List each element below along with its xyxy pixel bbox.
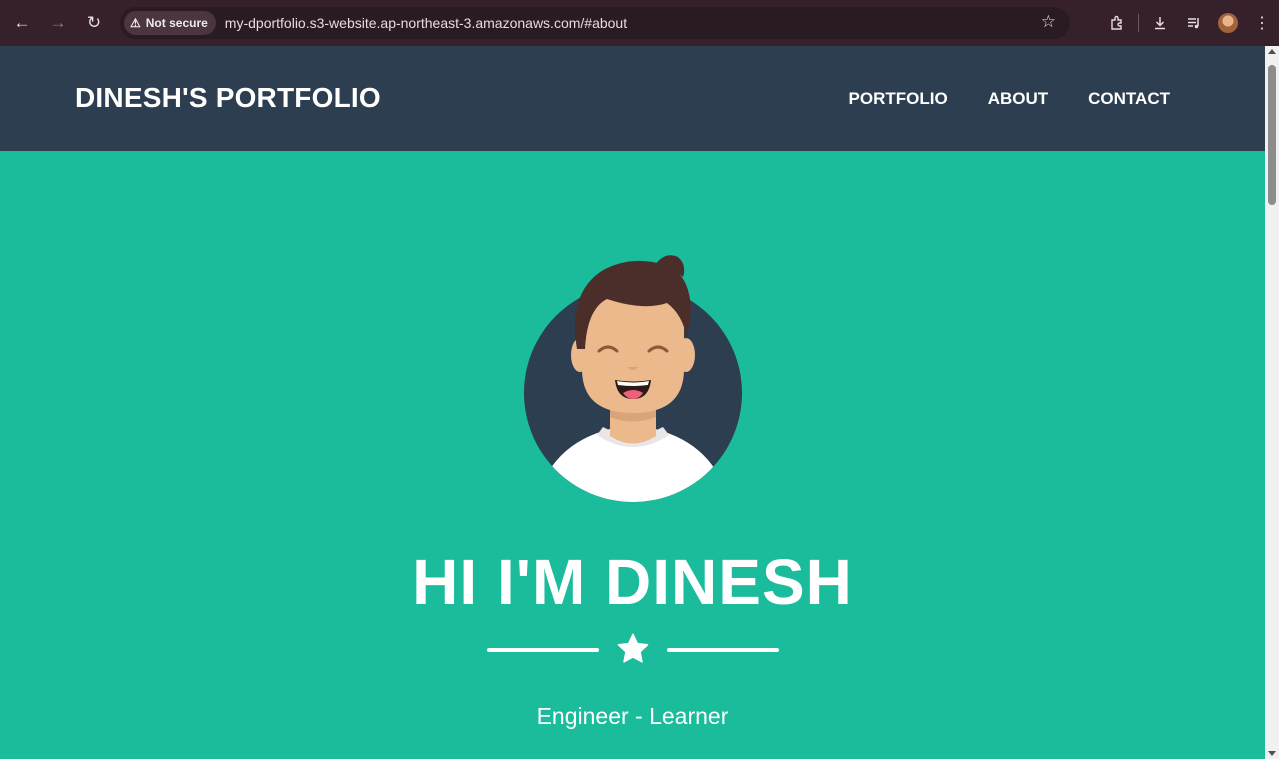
- reload-icon[interactable]: ↻: [76, 5, 112, 41]
- divider-line-left: [487, 648, 599, 652]
- profile-avatar[interactable]: [1218, 13, 1238, 33]
- media-control-icon[interactable]: [1177, 5, 1211, 41]
- bookmark-star-icon[interactable]: ☆: [1041, 12, 1056, 32]
- nav-link-portfolio[interactable]: PORTFOLIO: [849, 89, 948, 109]
- hero-section: HI I'M DINESH Engineer - Learner: [0, 151, 1265, 759]
- nav-link-about[interactable]: ABOUT: [988, 89, 1048, 109]
- scroll-down-icon[interactable]: [1268, 751, 1276, 756]
- toolbar-separator: [1138, 14, 1139, 32]
- star-icon: [617, 633, 649, 663]
- warning-icon: ⚠: [130, 16, 141, 30]
- page-scrollbar[interactable]: [1265, 46, 1279, 759]
- back-icon[interactable]: ←: [4, 5, 40, 41]
- site-brand[interactable]: DINESH'S PORTFOLIO: [75, 82, 381, 114]
- star-divider: [487, 631, 779, 667]
- nav-link-contact[interactable]: CONTACT: [1088, 89, 1170, 109]
- extensions-icon[interactable]: [1100, 5, 1134, 41]
- address-bar[interactable]: ⚠ Not secure my-dportfolio.s3-website.ap…: [120, 7, 1070, 39]
- menu-icon[interactable]: ⋮: [1245, 5, 1279, 41]
- security-chip[interactable]: ⚠ Not secure: [124, 11, 216, 35]
- browser-toolbar: ← → ↻ ⚠ Not secure my-dportfolio.s3-webs…: [0, 0, 1279, 46]
- forward-icon[interactable]: →: [40, 5, 76, 41]
- security-label: Not secure: [145, 16, 208, 30]
- hero-subtitle: Engineer - Learner: [536, 703, 729, 729]
- scroll-thumb[interactable]: [1268, 65, 1276, 205]
- toolbar-actions: ⋮: [1100, 0, 1279, 46]
- download-icon[interactable]: [1143, 5, 1177, 41]
- nav-links: PORTFOLIO ABOUT CONTACT: [849, 89, 1170, 109]
- profile-avatar-illustration: [515, 251, 755, 506]
- site-navbar: DINESH'S PORTFOLIO PORTFOLIO ABOUT CONTA…: [0, 46, 1265, 151]
- hero-title: HI I'M DINESH: [412, 546, 853, 618]
- scroll-up-icon[interactable]: [1268, 49, 1276, 54]
- divider-line-right: [667, 648, 779, 652]
- url-text[interactable]: my-dportfolio.s3-website.ap-northeast-3.…: [225, 15, 627, 31]
